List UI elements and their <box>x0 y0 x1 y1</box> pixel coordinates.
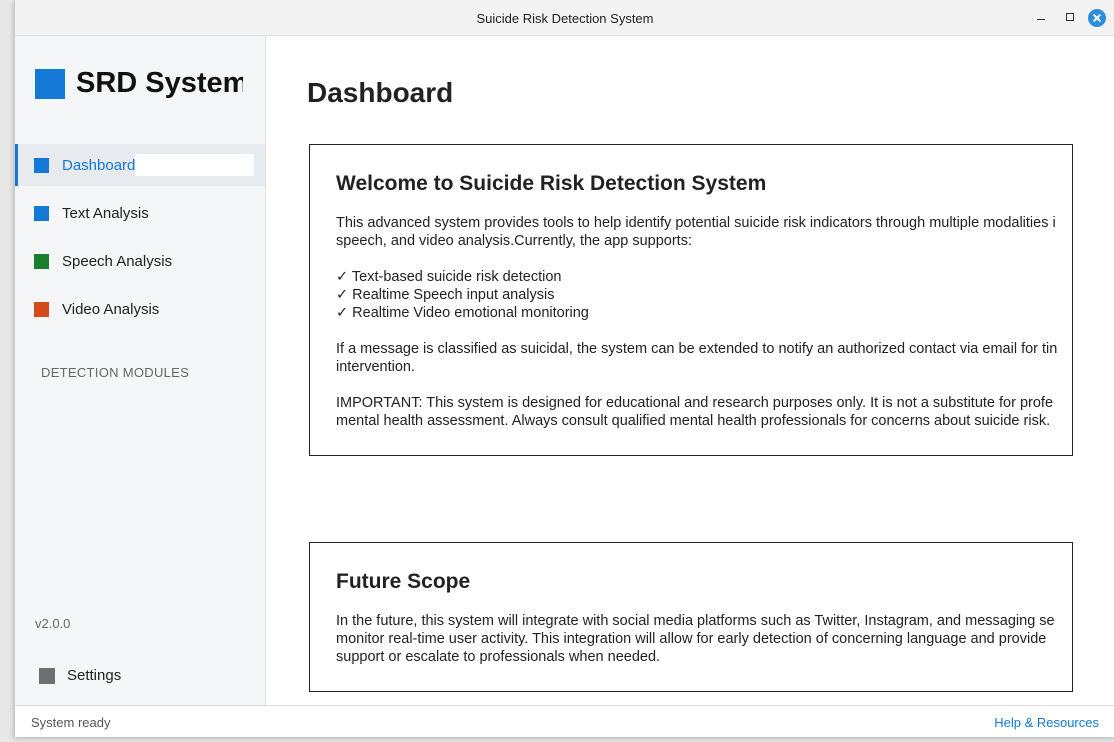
intro-line: speech, and video analysis.Currently, th… <box>336 233 692 249</box>
future-scope-card: Future Scope In the future, this system … <box>309 542 1073 692</box>
maximize-icon[interactable] <box>1062 9 1078 25</box>
version-label: v2.0.0 <box>35 616 71 631</box>
future-line: monitor real-time user activity. This in… <box>336 631 1047 647</box>
video-analysis-icon <box>34 302 49 317</box>
settings-icon <box>39 668 55 684</box>
sidebar-item-label: Video Analysis <box>62 301 160 318</box>
feature-item: ✓ Realtime Speech input analysis <box>336 287 555 303</box>
title-bar[interactable]: Suicide Risk Detection System <box>15 0 1114 36</box>
dashboard-icon <box>34 158 49 173</box>
main-content: Dashboard Welcome to Suicide Risk Detect… <box>266 36 1114 705</box>
status-bar: System ready Help & Resources <box>15 705 1114 737</box>
welcome-heading: Welcome to Suicide Risk Detection System <box>336 172 767 195</box>
active-indicator <box>15 144 18 186</box>
settings-label: Settings <box>67 667 122 684</box>
close-icon[interactable] <box>1088 9 1106 27</box>
sidebar-item-label: Text Analysis <box>62 205 149 222</box>
section-label: DETECTION MODULES <box>41 365 190 380</box>
status-text: System ready <box>31 715 111 730</box>
logo-icon <box>35 69 65 99</box>
settings-button[interactable]: Settings <box>37 661 237 691</box>
text-analysis-icon <box>34 206 49 221</box>
alert-line: If a message is classified as suicidal, … <box>336 341 1058 357</box>
important-line: IMPORTANT: This system is designed for e… <box>336 395 1054 411</box>
feature-item: ✓ Text-based suicide risk detection <box>336 269 562 285</box>
future-body: In the future, this system will integrat… <box>336 612 1072 666</box>
highlight-bar <box>135 154 254 176</box>
sidebar: SRD System Dashboard Text Analysis Speec… <box>15 36 266 705</box>
sidebar-item-dashboard[interactable]: Dashboard <box>15 144 265 186</box>
page-title: Dashboard <box>307 77 454 108</box>
app-name: SRD System <box>76 67 243 99</box>
speech-analysis-icon <box>34 254 49 269</box>
future-line: In the future, this system will integrat… <box>336 613 1055 629</box>
sidebar-item-label: Speech Analysis <box>62 253 173 270</box>
sidebar-item-text-analysis[interactable]: Text Analysis <box>15 192 265 234</box>
sidebar-item-label: Dashboard <box>62 157 136 174</box>
minimize-icon[interactable] <box>1033 9 1049 25</box>
welcome-body: This advanced system provides tools to h… <box>336 214 1072 430</box>
important-line: mental health assessment. Always consult… <box>336 413 1051 429</box>
future-line: support or escalate to professionals whe… <box>336 649 661 665</box>
sidebar-item-speech-analysis[interactable]: Speech Analysis <box>15 240 265 282</box>
future-heading: Future Scope <box>336 570 471 593</box>
app-window: Suicide Risk Detection System SRD System… <box>14 0 1114 737</box>
alert-line: intervention. <box>336 359 415 375</box>
help-link[interactable]: Help & Resources <box>994 715 1099 730</box>
feature-item: ✓ Realtime Video emotional monitoring <box>336 305 589 321</box>
intro-line: This advanced system provides tools to h… <box>336 215 1056 231</box>
sidebar-item-video-analysis[interactable]: Video Analysis <box>15 288 265 330</box>
welcome-card: Welcome to Suicide Risk Detection System… <box>309 144 1073 456</box>
window-title: Suicide Risk Detection System <box>476 11 654 26</box>
